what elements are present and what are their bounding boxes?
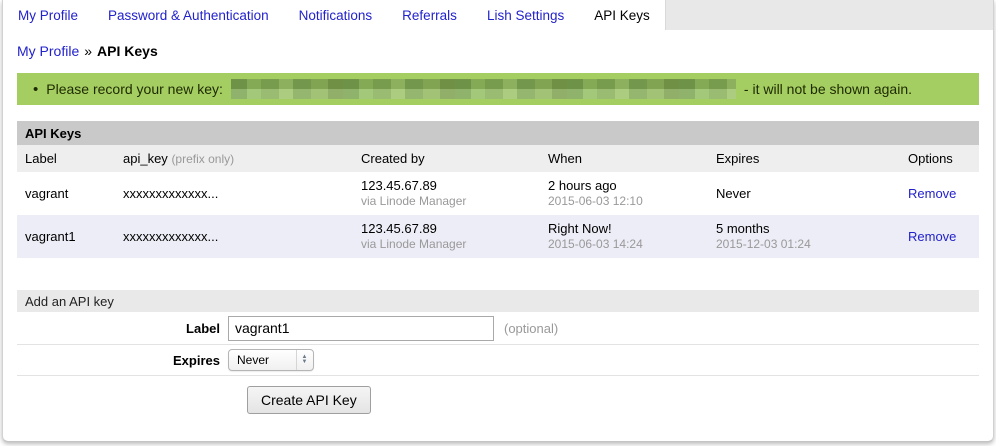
api-key-prefix-note: (prefix only) [171,152,234,166]
col-header-options: Options [900,145,979,172]
remove-key-link[interactable]: Remove [908,229,956,244]
col-header-when: When [540,145,708,172]
expires-date: 2015-12-03 01:24 [716,237,892,252]
api-keys-section-title: API Keys [17,121,979,145]
key-prefix: xxxxxxxxxxxxx... [115,215,353,258]
select-stepper-icon: ▲▼ [296,350,312,370]
expires-selected-value: Never [237,353,296,367]
new-key-notice: • Please record your new key: - it will … [17,73,979,105]
key-expires: Never [708,172,900,215]
notice-bullet: • [33,81,38,98]
created-via: via Linode Manager [361,194,532,209]
add-api-key-form: Label (optional) Expires Never ▲▼ Create… [17,312,979,414]
expires-select[interactable]: Never ▲▼ [228,349,314,371]
col-header-label: Label [17,145,115,172]
label-field-label: Label [17,321,228,336]
breadcrumb-current: API Keys [97,43,158,59]
notice-text-prefix: Please record your new key: [46,81,223,97]
col-header-expires: Expires [708,145,900,172]
breadcrumb: My Profile » API Keys [3,30,993,69]
key-expires: 5 months 2015-12-03 01:24 [708,215,900,258]
col-header-created-by: Created by [353,145,540,172]
profile-tab-bar: My Profile Password & Authentication Not… [3,0,993,30]
label-optional-note: (optional) [504,321,558,336]
breadcrumb-separator: » [84,43,92,59]
profile-api-keys-page: My Profile Password & Authentication Not… [2,0,994,442]
table-header-row: Label api_key (prefix only) Created by W… [17,145,979,172]
tab-notifications[interactable]: Notifications [284,0,388,30]
label-input[interactable] [228,316,494,341]
table-row: vagrant1 xxxxxxxxxxxxx... 123.45.67.89 v… [17,215,979,258]
key-created-by: 123.45.67.89 via Linode Manager [353,172,540,215]
label-form-row: Label (optional) [17,312,979,344]
key-when: Right Now! 2015-06-03 14:24 [540,215,708,258]
tab-lish-settings[interactable]: Lish Settings [472,0,579,30]
expires-field-label: Expires [17,353,228,368]
key-when: 2 hours ago 2015-06-03 12:10 [540,172,708,215]
table-row: vagrant xxxxxxxxxxxxx... 123.45.67.89 vi… [17,172,979,215]
when-date: 2015-06-03 12:10 [548,194,700,209]
key-label: vagrant [17,172,115,215]
breadcrumb-my-profile-link[interactable]: My Profile [17,43,79,59]
col-header-api-key: api_key (prefix only) [115,145,353,172]
key-label: vagrant1 [17,215,115,258]
submit-row: Create API Key [247,386,979,414]
created-via: via Linode Manager [361,237,532,252]
tab-my-profile[interactable]: My Profile [3,0,93,30]
notice-text-suffix: - it will not be shown again. [744,81,912,97]
api-keys-table: Label api_key (prefix only) Created by W… [17,145,979,258]
redacted-api-key [231,79,736,99]
create-api-key-button[interactable]: Create API Key [247,386,371,414]
key-created-by: 123.45.67.89 via Linode Manager [353,215,540,258]
when-date: 2015-06-03 14:24 [548,237,700,252]
expires-form-row: Expires Never ▲▼ [17,344,979,376]
add-api-key-section-title: Add an API key [17,290,979,312]
tab-referrals[interactable]: Referrals [387,0,472,30]
api-keys-section: API Keys Label api_key (prefix only) Cre… [17,121,979,258]
key-prefix: xxxxxxxxxxxxx... [115,172,353,215]
tab-password-authentication[interactable]: Password & Authentication [93,0,284,30]
tab-api-keys[interactable]: API Keys [579,0,666,30]
tab-bar-filler [666,0,993,30]
remove-key-link[interactable]: Remove [908,186,956,201]
